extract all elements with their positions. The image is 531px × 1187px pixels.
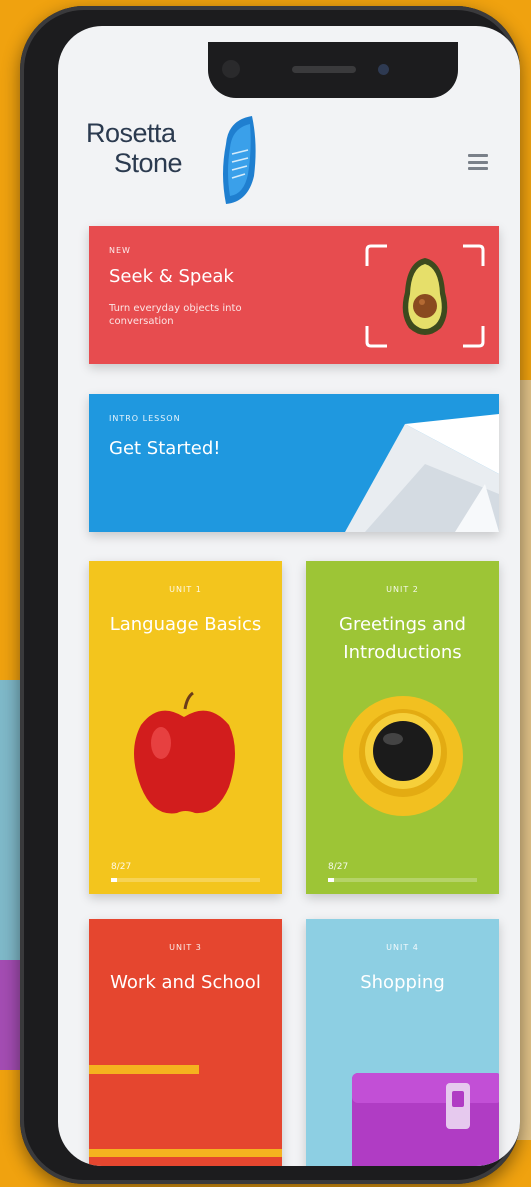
unit-progress-text: 8/27 — [328, 862, 349, 872]
card-title: Seek & Speak — [109, 266, 234, 287]
unit-kicker: UNIT 2 — [386, 585, 419, 594]
unit-card-4[interactable]: UNIT 4 Shopping — [306, 919, 499, 1166]
card-kicker: INTRO LESSON — [109, 414, 181, 423]
pencil-illustration — [89, 1065, 199, 1074]
app-logo[interactable]: Rosetta Stone — [86, 114, 276, 204]
unit-card-3[interactable]: UNIT 3 Work and School — [89, 919, 282, 1166]
unit-title: Language Basics — [109, 614, 262, 635]
paper-airplane-illustration — [345, 414, 499, 532]
unit-card-1[interactable]: UNIT 1 Language Basics 8/27 — [89, 561, 282, 894]
unit-title: Greetings and Introductions — [339, 614, 466, 663]
intro-lesson-card[interactable]: INTRO LESSON Get Started! — [89, 394, 499, 532]
wallet-illustration — [352, 1073, 499, 1166]
logo-line-1: Rosetta — [86, 118, 176, 148]
unit-title: Work and School — [110, 972, 261, 993]
unit-progress-fill — [328, 878, 334, 882]
unit-progress-bar — [111, 878, 260, 882]
pencil-illustration-2 — [89, 1149, 282, 1157]
unit-progress-bar — [328, 878, 477, 882]
front-camera-icon — [378, 64, 389, 75]
avocado-scan-icon — [365, 244, 485, 348]
card-kicker: NEW — [109, 246, 131, 255]
card-description: Turn everyday objects into conversation — [109, 303, 242, 327]
unit-kicker: UNIT 3 — [169, 943, 202, 952]
unit-kicker: UNIT 1 — [169, 585, 202, 594]
phone-notch — [208, 42, 458, 98]
apple-illustration — [134, 691, 235, 814]
unit-card-2[interactable]: UNIT 2 Greetings and Introductions 8/27 — [306, 561, 499, 894]
front-sensor-icon — [222, 60, 240, 78]
earpiece-speaker — [292, 66, 356, 73]
card-title: Get Started! — [109, 438, 221, 459]
phone-screen: Rosetta Stone NEW Seek & Speak Turn ever… — [58, 26, 520, 1166]
unit-kicker: UNIT 4 — [386, 943, 419, 952]
hamburger-menu-icon[interactable] — [468, 154, 488, 170]
unit-title: Shopping — [360, 972, 445, 993]
seek-and-speak-card[interactable]: NEW Seek & Speak Turn everyday objects i… — [89, 226, 499, 364]
rosetta-stone-logo-icon — [223, 116, 256, 204]
unit-progress-text: 8/27 — [111, 862, 132, 872]
logo-wordmark: Rosetta Stone — [86, 118, 183, 178]
unit-progress-fill — [111, 878, 117, 882]
coffee-cup-illustration — [343, 696, 463, 816]
logo-line-2: Stone — [114, 148, 183, 178]
phone-frame: Rosetta Stone NEW Seek & Speak Turn ever… — [20, 6, 520, 1184]
